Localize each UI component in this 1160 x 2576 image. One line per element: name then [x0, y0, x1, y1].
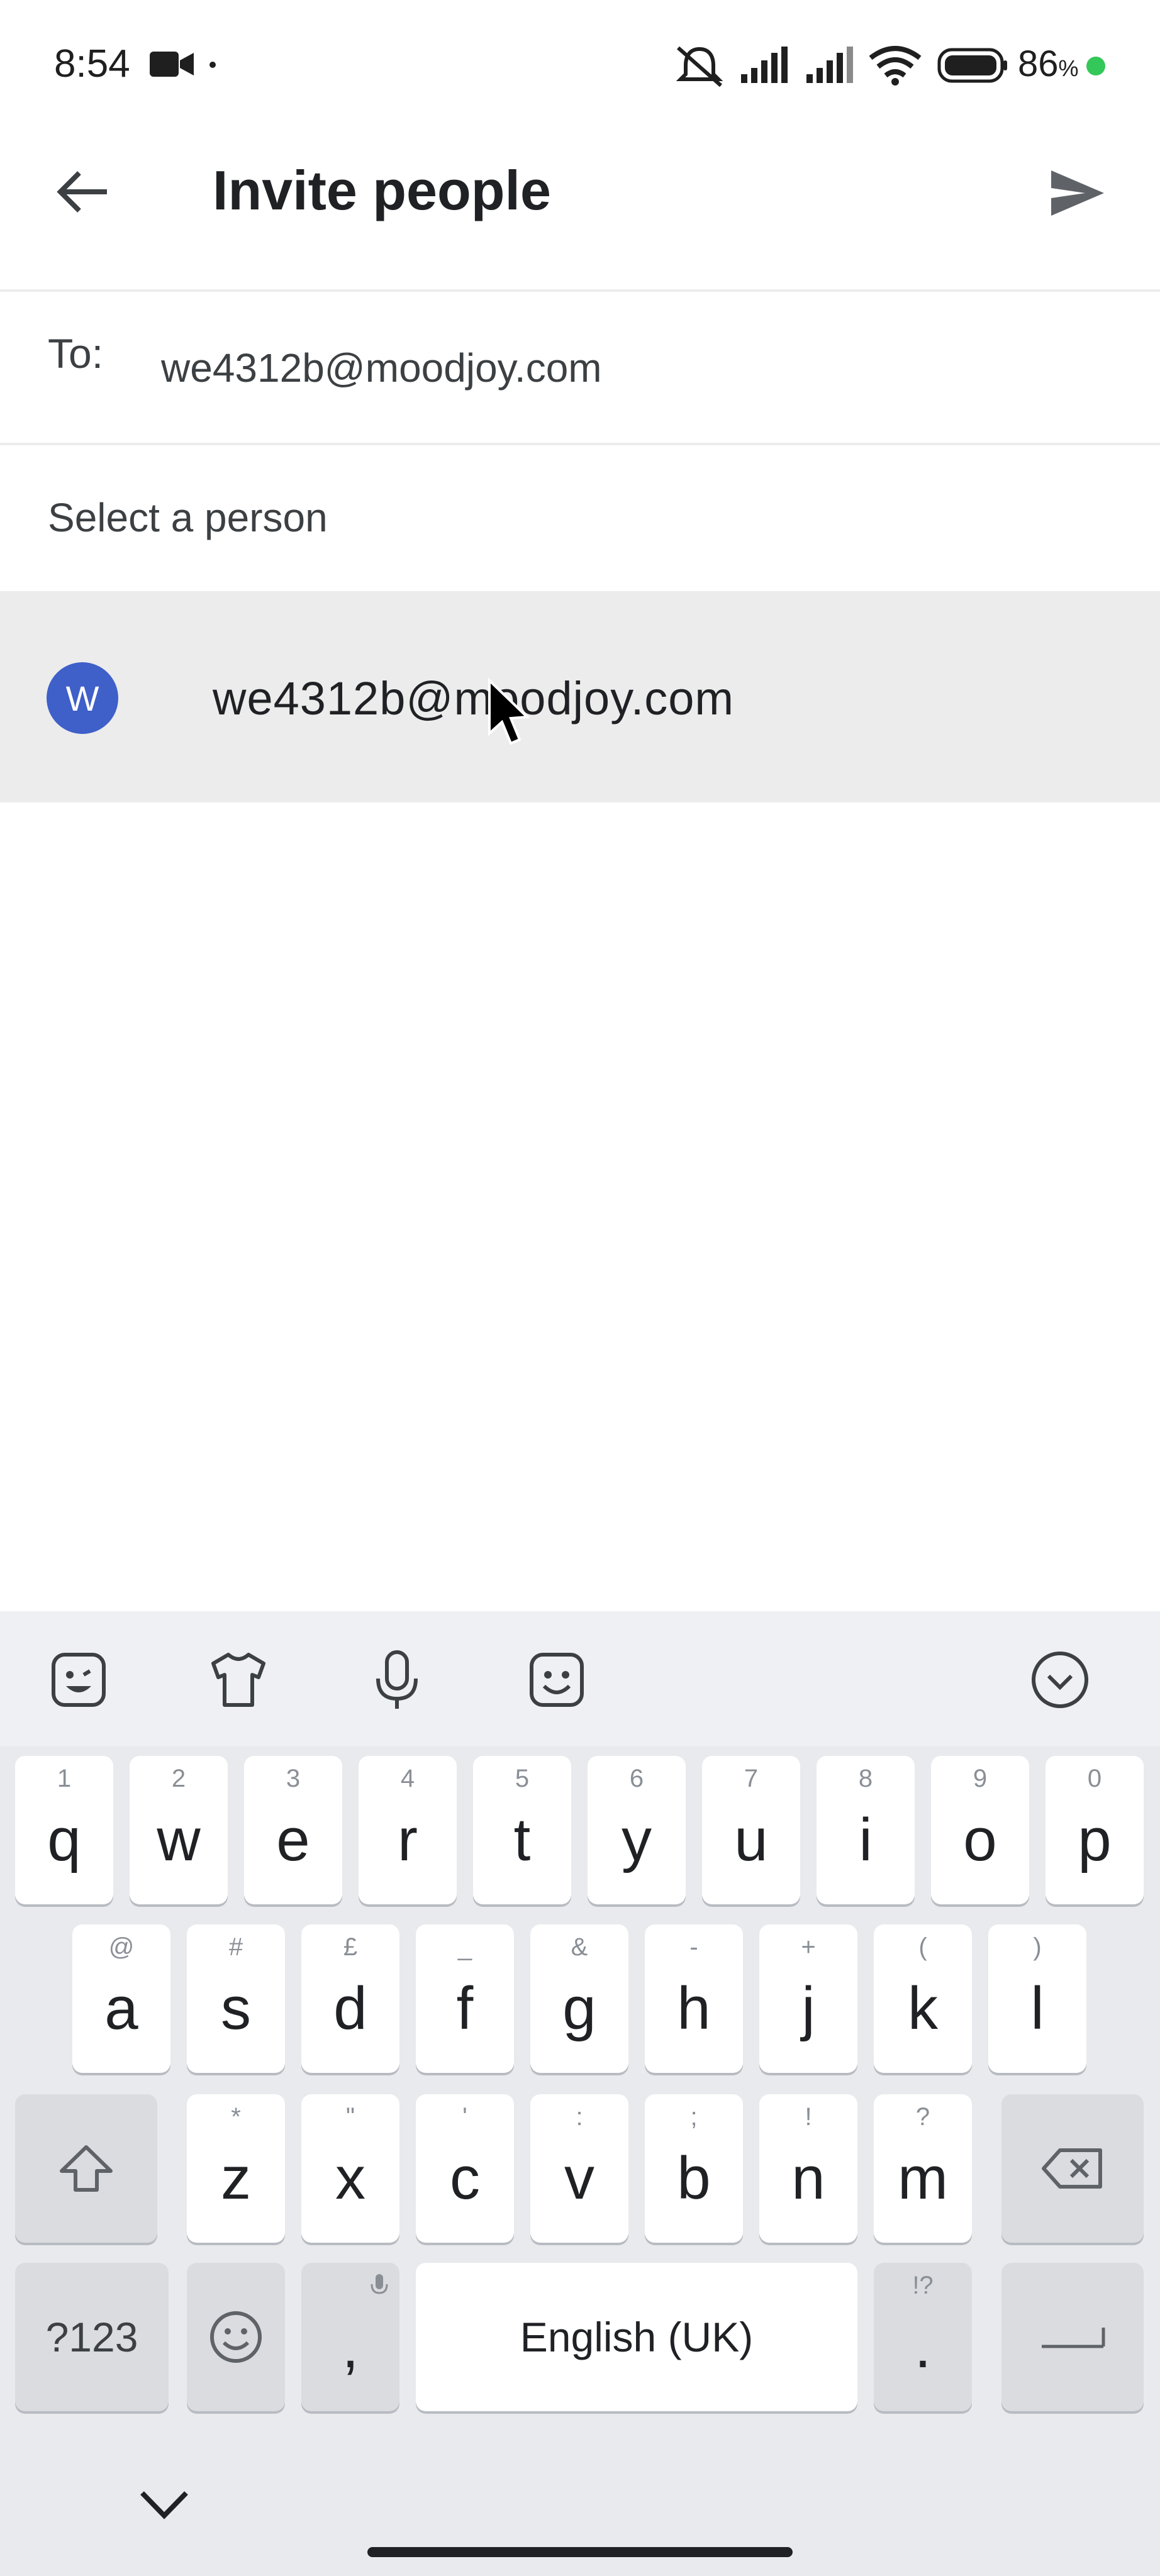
nav-collapse-chevron-icon[interactable] [130, 2480, 199, 2531]
shift-key[interactable] [15, 2094, 157, 2243]
sticker-button[interactable] [44, 1645, 113, 1714]
key-e[interactable]: 3e [244, 1756, 342, 1904]
key-q[interactable]: 1q [15, 1756, 113, 1904]
to-input[interactable]: we4312b@moodjoy.com [161, 345, 602, 391]
key-r[interactable]: 4r [359, 1756, 457, 1904]
back-button[interactable] [48, 157, 117, 226]
battery-icon [937, 48, 1007, 83]
period-key[interactable]: !?. [874, 2263, 972, 2411]
app-bar [0, 132, 1160, 292]
notification-dot-icon [209, 62, 216, 68]
key-h[interactable]: -h [645, 1924, 743, 2073]
battery-level: 86% [1018, 43, 1079, 84]
shift-arrow-icon [60, 2145, 113, 2192]
voice-input-button[interactable] [362, 1645, 432, 1714]
symbols-key[interactable]: ?123 [15, 2263, 169, 2411]
enter-icon [1042, 2328, 1105, 2348]
key-c[interactable]: ' c [416, 2094, 514, 2243]
avatar: W [47, 662, 118, 734]
page-title: Invite people [213, 159, 551, 221]
suggestion-email: we4312b@moodjoy.com [213, 672, 735, 724]
key-w[interactable]: 2w [130, 1756, 228, 1904]
key-s[interactable]: # s [187, 1924, 285, 2073]
back-arrow-icon [57, 171, 107, 213]
key-d[interactable]: £ d [301, 1924, 399, 2073]
muted-bell-icon [676, 46, 723, 87]
shirt-icon [211, 1653, 265, 1707]
emoji-button[interactable] [522, 1645, 591, 1714]
smiley-icon [210, 2311, 262, 2363]
signal-strength-2-icon [806, 47, 853, 83]
key-x[interactable]: " x [301, 2094, 399, 2243]
key-j[interactable]: + j [759, 1924, 857, 2073]
microphone-icon [376, 1650, 418, 1709]
key-i[interactable]: 8i [817, 1756, 915, 1904]
sticker-icon [52, 1653, 106, 1707]
key-l[interactable]: ) l [988, 1924, 1086, 2073]
privacy-indicator-dot-icon [1086, 57, 1105, 75]
key-f[interactable]: _ f [416, 1924, 514, 2073]
comma-key[interactable]: , [301, 2263, 399, 2411]
key-z[interactable]: * z [187, 2094, 285, 2243]
key-t[interactable]: 5t [473, 1756, 571, 1904]
key-y[interactable]: 6y [588, 1756, 686, 1904]
hide-keyboard-button[interactable] [1025, 1645, 1095, 1714]
key-m[interactable]: ? m [874, 2094, 972, 2243]
wifi-icon [869, 46, 922, 86]
theme-button[interactable] [204, 1645, 273, 1714]
signal-strength-icon [741, 47, 788, 83]
video-camera-icon [150, 52, 194, 77]
mic-hint-icon [371, 2274, 388, 2294]
key-g[interactable]: & g [530, 1924, 628, 2073]
send-button[interactable] [1039, 158, 1115, 228]
emoji-sticker-icon [530, 1653, 584, 1707]
key-b[interactable]: ; b [645, 2094, 743, 2243]
key-u[interactable]: 7u [702, 1756, 800, 1904]
emoji-key[interactable] [187, 2263, 285, 2411]
key-o[interactable]: 9o [931, 1756, 1029, 1904]
status-bar: 8:54 86% [0, 0, 1160, 132]
space-bar[interactable]: English (UK) [416, 2263, 857, 2411]
key-a[interactable]: @ a [72, 1924, 170, 2073]
key-n[interactable]: ! n [759, 2094, 857, 2243]
home-indicator[interactable] [367, 2547, 793, 2557]
to-label: To: [48, 330, 104, 377]
mouse-pointer-icon [488, 678, 530, 745]
chevron-down-circle-icon [1032, 1652, 1088, 1708]
enter-key[interactable] [1001, 2263, 1144, 2411]
key-k[interactable]: (k [874, 1924, 972, 2073]
backspace-key[interactable] [1001, 2094, 1144, 2243]
key-p[interactable]: 0p [1046, 1756, 1144, 1904]
backspace-icon [1042, 2148, 1102, 2189]
key-v[interactable]: :v [530, 2094, 628, 2243]
send-icon [1051, 170, 1104, 216]
select-person-heading: Select a person [48, 495, 328, 540]
status-time: 8:54 [54, 42, 130, 86]
